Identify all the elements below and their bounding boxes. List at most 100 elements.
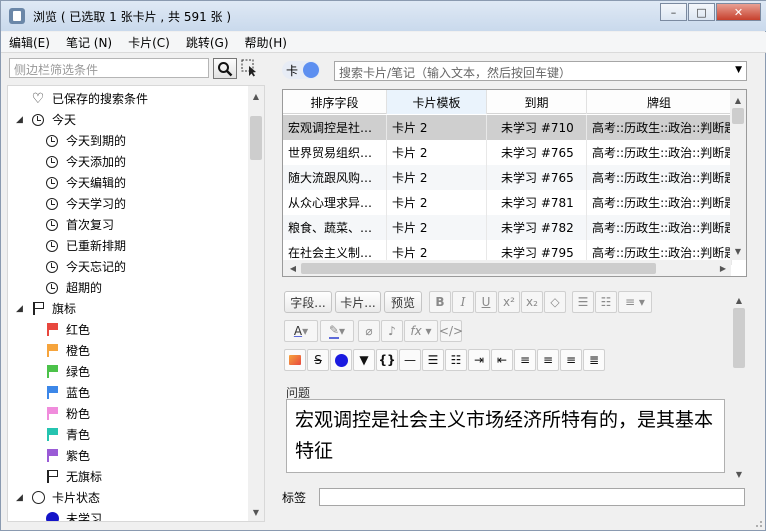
column-card-template[interactable]: 卡片模板: [387, 90, 487, 114]
card-state-group[interactable]: ◢ 卡片状态: [16, 487, 100, 508]
indent-icon[interactable]: ⇥: [468, 349, 490, 371]
outdent-icon[interactable]: ⇤: [491, 349, 513, 371]
sidebar-item-first-review[interactable]: 首次复习: [44, 214, 114, 235]
today-group[interactable]: ◢ 今天: [16, 109, 76, 130]
ordered-list-icon[interactable]: ☷: [445, 349, 467, 371]
sidebar-item-flag-blue[interactable]: 蓝色: [44, 382, 90, 403]
sidebar-item-flag-red[interactable]: 红色: [44, 319, 90, 340]
sidebar-item-added-today[interactable]: 今天添加的: [44, 151, 126, 172]
triangle-down-icon[interactable]: ▼: [353, 349, 375, 371]
alignment-dropdown-icon[interactable]: ≡ ▾: [618, 291, 652, 313]
sidebar-item-edited-today[interactable]: 今天编辑的: [44, 172, 126, 193]
numbered-list-icon[interactable]: ☷: [595, 291, 617, 313]
blue-circle-icon[interactable]: [330, 349, 352, 371]
preview-button[interactable]: 预览: [384, 291, 422, 313]
underline-icon[interactable]: U: [475, 291, 497, 313]
scroll-thumb[interactable]: [301, 263, 656, 274]
table-row[interactable]: 随大流跟风购… 卡片 2 未学习 #765 高考::历政生::政治::判断题…: [283, 165, 732, 190]
scroll-thumb[interactable]: [250, 116, 262, 160]
column-due[interactable]: 到期: [487, 90, 587, 114]
sidebar-item-no-flag[interactable]: 无旗标: [44, 466, 102, 487]
menu-cards[interactable]: 卡片(C): [120, 34, 178, 51]
menu-go[interactable]: 跳转(G): [178, 34, 237, 51]
cards-button[interactable]: 卡片...: [335, 291, 381, 313]
fields-button[interactable]: 字段...: [284, 291, 332, 313]
table-row[interactable]: 世界贸易组织… 卡片 2 未学习 #765 高考::历政生::政治::判断题…: [283, 140, 732, 165]
italic-icon[interactable]: I: [452, 291, 474, 313]
sidebar-item-flag-green[interactable]: 绿色: [44, 361, 90, 382]
sidebar-item-rescheduled[interactable]: 已重新排期: [44, 235, 126, 256]
scroll-up-arrow-icon[interactable]: ▲: [730, 92, 746, 108]
sidebar-search-button[interactable]: [213, 58, 237, 79]
card-search-input[interactable]: 搜索卡片/笔记（输入文本，然后按回车键） ▼: [334, 61, 747, 81]
scroll-right-arrow-icon[interactable]: ▶: [715, 260, 731, 276]
sidebar-item-flag-orange[interactable]: 橙色: [44, 340, 90, 361]
unordered-list-icon[interactable]: ☰: [422, 349, 444, 371]
dropdown-arrow-icon[interactable]: ▼: [735, 65, 742, 75]
menu-edit[interactable]: 编辑(E): [1, 34, 58, 51]
sidebar-item-new[interactable]: 未学习: [44, 508, 102, 521]
resize-grip-icon[interactable]: [753, 518, 763, 528]
sidebar-scrollbar[interactable]: ▲ ▼: [248, 86, 264, 521]
menu-help[interactable]: 帮助(H): [237, 34, 295, 51]
sidebar-item-flag-cyan[interactable]: 青色: [44, 424, 90, 445]
bold-icon[interactable]: B: [429, 291, 451, 313]
flags-group[interactable]: ◢ 旗标: [16, 298, 76, 319]
table-row[interactable]: 宏观调控是社… 卡片 2 未学习 #710 高考::历政生::政治::判断题…: [283, 115, 732, 140]
bullet-list-icon[interactable]: ☰: [572, 291, 594, 313]
scroll-left-arrow-icon[interactable]: ◀: [285, 260, 301, 276]
minimize-button[interactable]: –: [660, 3, 687, 21]
text-color-icon[interactable]: A ▾: [284, 320, 318, 342]
editor-scrollbar[interactable]: ▲ ▼: [731, 296, 747, 480]
formula-dropdown-icon[interactable]: fx ▾: [404, 320, 438, 342]
image-icon[interactable]: [284, 349, 306, 371]
sidebar-item-studied-today[interactable]: 今天学习的: [44, 193, 126, 214]
sidebar-item-due-today[interactable]: 今天到期的: [44, 130, 126, 151]
strikethrough-icon[interactable]: S: [307, 349, 329, 371]
microphone-icon[interactable]: ♪: [381, 320, 403, 342]
superscript-icon[interactable]: x²: [498, 291, 520, 313]
scroll-thumb[interactable]: [732, 108, 744, 124]
saved-searches-item[interactable]: ♡ 已保存的搜索条件: [16, 88, 148, 109]
horizontal-rule-icon[interactable]: —: [399, 349, 421, 371]
table-cell: 高考::历政生::政治::判断题…: [587, 190, 732, 215]
eraser-icon[interactable]: ◇: [544, 291, 566, 313]
table-vertical-scrollbar[interactable]: ▲ ▼: [730, 90, 746, 260]
scroll-down-arrow-icon[interactable]: ▼: [731, 466, 747, 482]
cloze-icon[interactable]: {}: [376, 349, 398, 371]
scroll-thumb[interactable]: [733, 308, 745, 368]
highlight-color-icon[interactable]: ✎ ▾: [320, 320, 354, 342]
maximize-button[interactable]: □: [688, 3, 715, 21]
align-center-icon[interactable]: ≡: [514, 349, 536, 371]
column-sort-field[interactable]: 排序字段: [283, 90, 387, 114]
question-field[interactable]: 宏观调控是社会主义市场经济所特有的，是其基本特征: [286, 399, 725, 473]
scroll-up-arrow-icon[interactable]: ▲: [731, 292, 747, 308]
table-row[interactable]: 从众心理求异… 卡片 2 未学习 #781 高考::历政生::政治::判断题…: [283, 190, 732, 215]
collapse-arrow-icon[interactable]: ◢: [16, 115, 30, 125]
close-button[interactable]: ✕: [716, 3, 761, 21]
html-editor-icon[interactable]: </>: [439, 320, 463, 342]
align-right-icon[interactable]: ≡: [560, 349, 582, 371]
align-left-icon[interactable]: ≡: [537, 349, 559, 371]
table-row[interactable]: 粮食、蔬菜、… 卡片 2 未学习 #782 高考::历政生::政治::判断题…: [283, 215, 732, 240]
scroll-up-arrow-icon[interactable]: ▲: [248, 88, 264, 104]
table-horizontal-scrollbar[interactable]: ◀ ▶: [283, 260, 731, 276]
sidebar-item-forgotten-today[interactable]: 今天忘记的: [44, 256, 126, 277]
subscript-icon[interactable]: x₂: [521, 291, 543, 313]
tags-input[interactable]: [319, 488, 745, 506]
cards-notes-toggle[interactable]: 卡: [282, 61, 320, 79]
collapse-arrow-icon[interactable]: ◢: [16, 304, 30, 314]
sidebar-filter-input[interactable]: 侧边栏筛选条件: [9, 58, 209, 78]
menu-notes[interactable]: 笔记 (N): [58, 34, 120, 51]
sidebar-item-flag-pink[interactable]: 粉色: [44, 403, 90, 424]
select-tool-icon[interactable]: [241, 59, 257, 77]
scroll-down-arrow-icon[interactable]: ▼: [730, 243, 746, 259]
attachment-icon[interactable]: ⌀: [358, 320, 380, 342]
sidebar-splitter[interactable]: [265, 85, 275, 522]
column-deck[interactable]: 牌组: [587, 90, 732, 114]
sidebar-item-overdue[interactable]: 超期的: [44, 277, 102, 298]
collapse-arrow-icon[interactable]: ◢: [16, 493, 30, 503]
sidebar-item-flag-purple[interactable]: 紫色: [44, 445, 90, 466]
justify-icon[interactable]: ≣: [583, 349, 605, 371]
scroll-down-arrow-icon[interactable]: ▼: [248, 504, 264, 520]
